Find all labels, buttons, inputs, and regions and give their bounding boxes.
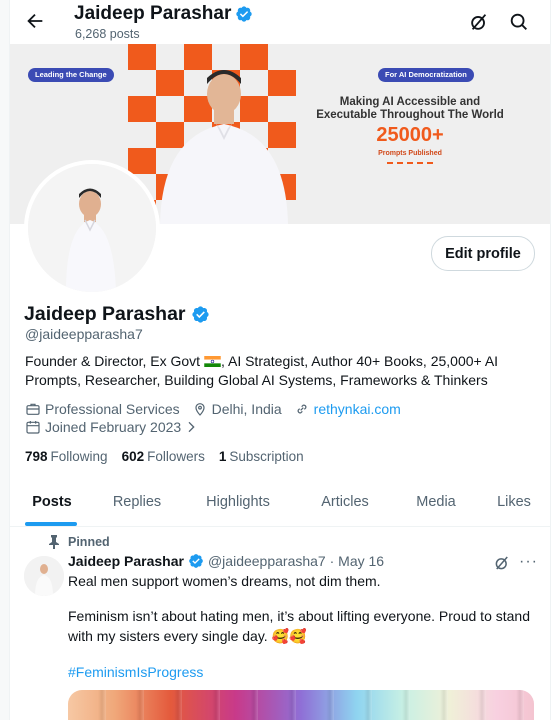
pinned-text: Pinned	[68, 535, 110, 549]
profile-bio: Founder & Director, Ex Govt , AI Strateg…	[25, 352, 530, 390]
following-link[interactable]: 798 Following	[25, 449, 108, 464]
followers-link[interactable]: 602 Followers	[122, 449, 205, 464]
profile-avatar[interactable]	[24, 160, 160, 296]
tab-articles[interactable]: Articles	[296, 478, 394, 526]
profile-meta-row: Professional Services Delhi, India rethy…	[25, 401, 401, 417]
tab-media[interactable]: Media	[394, 478, 478, 526]
search-icon[interactable]	[508, 11, 530, 33]
profile-website-link[interactable]: rethynkai.com	[314, 401, 401, 417]
post-avatar-image	[24, 556, 64, 596]
banner-stat-value: 25000+	[376, 124, 444, 146]
location-pin-icon	[195, 403, 205, 416]
more-options-icon[interactable]: ···	[519, 553, 538, 571]
pin-icon	[49, 535, 59, 549]
post-author-name[interactable]: Jaideep Parashar	[68, 553, 184, 569]
back-arrow-icon[interactable]	[24, 10, 46, 32]
post-text-line2: Feminism isn’t about hating men, it’s ab…	[68, 608, 530, 644]
profile-tabs: Posts Replies Highlights Articles Media …	[10, 478, 550, 527]
profile-name-row: Jaideep Parashar	[24, 303, 210, 326]
grok-icon[interactable]	[493, 554, 511, 572]
calendar-icon	[26, 421, 40, 434]
profile-joined-date: Joined February 2023	[45, 419, 182, 435]
header-name: Jaideep Parashar	[74, 3, 232, 24]
follow-stats: 798 Following 602 Followers 1 Subscription	[25, 449, 304, 464]
banner-right-pill: For AI Democratization	[378, 68, 474, 82]
avatar-image	[28, 164, 156, 292]
banner-left-pill: Leading the Change	[28, 68, 114, 82]
active-tab-indicator	[25, 522, 77, 526]
banner-stat-label: Prompts Published	[378, 150, 442, 157]
profile-page: Jaideep Parashar 6,268 posts Leading the…	[9, 0, 551, 720]
post-media-image[interactable]	[68, 690, 534, 720]
tab-replies[interactable]: Replies	[94, 478, 180, 526]
link-icon	[297, 404, 307, 414]
pinned-label: Pinned	[48, 535, 110, 549]
tab-highlights[interactable]: Highlights	[180, 478, 296, 526]
post-header: Jaideep Parashar @jaideepparasha7 · May …	[68, 553, 384, 569]
post-handle-date[interactable]: @jaideepparasha7 · May 16	[208, 553, 384, 569]
post-text-line1: Real men support women’s dreams, not dim…	[68, 573, 381, 589]
india-flag-icon	[204, 356, 221, 367]
profile-location: Delhi, India	[211, 401, 282, 417]
profile-handle: @jaideepparasha7	[25, 326, 143, 342]
subscription-link[interactable]: 1 Subscription	[219, 449, 304, 464]
verified-badge-icon[interactable]	[188, 553, 204, 569]
media-ribbons-pattern	[68, 690, 534, 720]
profile-joined-row[interactable]: Joined February 2023	[25, 419, 203, 435]
post-author-avatar[interactable]	[24, 556, 64, 596]
top-header: Jaideep Parashar 6,268 posts	[10, 0, 550, 44]
grok-icon[interactable]	[468, 11, 490, 33]
tab-posts[interactable]: Posts	[10, 478, 94, 526]
verified-badge-icon	[236, 6, 253, 22]
briefcase-icon	[26, 403, 40, 415]
verified-badge-icon[interactable]	[191, 305, 210, 324]
profile-name: Jaideep Parashar	[24, 303, 186, 325]
banner-dashed-line	[387, 162, 433, 164]
tab-likes[interactable]: Likes	[478, 478, 550, 526]
banner-headline: Making AI Accessible and Executable Thro…	[316, 96, 504, 121]
post-hashtag[interactable]: #FeminismIsProgress	[68, 664, 203, 680]
profile-category[interactable]: Professional Services	[45, 401, 180, 417]
header-title: Jaideep Parashar	[74, 3, 253, 25]
edit-profile-button[interactable]: Edit profile	[431, 236, 535, 271]
bio-text-part1: Founder & Director, Ex Govt	[25, 353, 204, 369]
post-count: 6,268 posts	[75, 27, 140, 41]
chevron-right-icon	[188, 421, 195, 433]
